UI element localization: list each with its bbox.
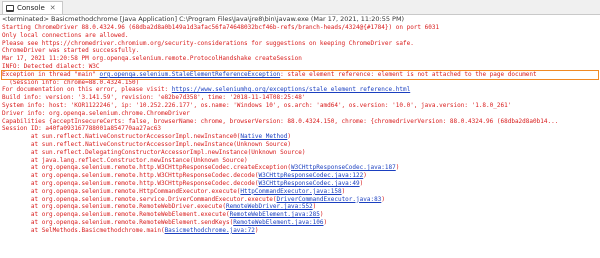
console-text: : stale element reference: element is no…: [280, 70, 537, 78]
source-link[interactable]: DriverCommandExecutor.java:83: [277, 196, 382, 203]
source-link[interactable]: RemoteWebElement.java:285: [230, 211, 320, 218]
console-line: Build info: version: '3.141.59', revisio…: [2, 94, 598, 102]
console-text: ): [363, 172, 367, 180]
console-text: at sun.reflect.NativeConstructorAccessor…: [2, 133, 241, 141]
tab-console[interactable]: Console ✕: [2, 1, 63, 14]
console-text: ): [341, 187, 346, 195]
console-text: Only local connections are allowed.: [2, 31, 129, 39]
console-text: at org.openqa.selenium.remote.service.Dr…: [2, 195, 277, 203]
console-text: at org.openqa.selenium.remote.HttpComman…: [2, 187, 241, 195]
console-text: ): [323, 218, 328, 226]
exception-line: Exception in thread "main" org.openqa.se…: [1, 69, 599, 80]
console-text: at org.openqa.selenium.remote.RemoteWebD…: [2, 203, 226, 211]
console-line: For documentation on this error, please …: [2, 86, 598, 94]
console-tab-bar: Console ✕: [0, 0, 600, 15]
source-link[interactable]: org.openqa.selenium.StaleElementReferenc…: [100, 71, 281, 78]
console-text: System info: host: 'KOR1122246', ip: '10…: [2, 101, 512, 109]
console-text: Capabilities {acceptInsecureCerts: false…: [2, 117, 559, 125]
source-link[interactable]: RemoteWebElement.java:106: [233, 219, 323, 226]
console-line: (Session info: chrome=88.0.4324.150): [2, 79, 598, 87]
console-text: Please see https://chromedriver.chromium…: [2, 39, 414, 47]
console-text: at org.openqa.selenium.remote.RemoteWebE…: [2, 218, 234, 226]
console-text: (Session info: chrome=88.0.4324.150): [2, 78, 140, 86]
close-icon[interactable]: ✕: [50, 4, 56, 12]
source-link[interactable]: RemoteWebDriver.java:552: [226, 203, 313, 210]
console-icon: [6, 4, 14, 12]
console-line: at org.openqa.selenium.remote.http.W3CHt…: [2, 180, 598, 188]
console-line: Driver info: org.openqa.selenium.chrome.…: [2, 110, 598, 118]
console-line: Capabilities {acceptInsecureCerts: false…: [2, 118, 598, 126]
console-line: at org.openqa.selenium.remote.http.W3CHt…: [2, 164, 598, 172]
console-line: at org.openqa.selenium.remote.service.Dr…: [2, 196, 598, 204]
console-line: at org.openqa.selenium.remote.RemoteWebE…: [2, 211, 598, 219]
console-text: Session ID: a40fa093167788001a854770aa27…: [2, 125, 161, 133]
console-text: Exception in thread "main": [2, 70, 100, 78]
console-line: at org.openqa.selenium.remote.http.W3CHt…: [2, 172, 598, 180]
console-text: INFO: Detected dialect: W3C: [2, 62, 100, 70]
console-line: at sun.reflect.NativeConstructorAccessor…: [2, 133, 598, 141]
source-link[interactable]: HttpCommandExecutor.java:158: [240, 188, 341, 195]
console-text: ChromeDriver was started successfully.: [2, 47, 140, 55]
console-output[interactable]: Starting ChromeDriver 88.0.4324.96 (68db…: [1, 24, 599, 235]
console-text: ): [381, 195, 385, 203]
console-text: ): [395, 164, 400, 172]
tab-console-label: Console: [17, 4, 45, 12]
console-line: at org.openqa.selenium.remote.RemoteWebE…: [2, 219, 598, 227]
source-link[interactable]: https://www.seleniumhq.org/exceptions/st…: [172, 86, 410, 93]
source-link[interactable]: W3CHttpResponseCodec.java:122: [258, 172, 363, 179]
console-text: at org.openqa.selenium.remote.http.W3CHt…: [2, 172, 259, 180]
console-line: at org.openqa.selenium.remote.RemoteWebD…: [2, 203, 598, 211]
console-text: at SelMethods.Basicmethodchrome.main(: [2, 226, 165, 234]
console-text: at org.openqa.selenium.remote.http.W3CHt…: [2, 164, 291, 172]
console-text: at org.openqa.selenium.remote.RemoteWebE…: [2, 211, 230, 219]
console-line: Please see https://chromedriver.chromium…: [2, 40, 598, 48]
console-line: INFO: Detected dialect: W3C: [2, 63, 598, 71]
console-text: Driver info: org.openqa.selenium.chrome.…: [2, 109, 190, 117]
console-text: ): [254, 226, 259, 234]
console-line: at sun.reflect.DelegatingConstructorAcce…: [2, 149, 598, 157]
console-text: ): [319, 211, 324, 219]
console-text: at org.openqa.selenium.remote.http.W3CHt…: [2, 179, 259, 187]
console-line: at org.openqa.selenium.remote.HttpComman…: [2, 188, 598, 196]
console-line: Session ID: a40fa093167788001a854770aa27…: [2, 125, 598, 133]
console-text: at sun.reflect.DelegatingConstructorAcce…: [2, 148, 306, 156]
console-line: at java.lang.reflect.Constructor.newInst…: [2, 157, 598, 165]
console-line: Only local connections are allowed.: [2, 32, 598, 40]
console-text: For documentation on this error, please …: [2, 86, 172, 94]
console-line: Mar 17, 2021 11:20:58 PM org.openqa.sele…: [2, 55, 598, 63]
source-link[interactable]: W3CHttpResponseCodec.java:187: [291, 164, 396, 171]
console-text: at sun.reflect.NativeConstructorAccessor…: [2, 140, 291, 148]
console-line: Starting ChromeDriver 88.0.4324.96 (68db…: [2, 24, 598, 32]
console-line: ChromeDriver was started successfully.: [2, 47, 598, 55]
launch-status: <terminated> Basicmethodchrome [Java App…: [2, 15, 405, 23]
console-text: ): [287, 133, 292, 141]
console-text: ): [359, 179, 364, 187]
console-line: at sun.reflect.NativeConstructorAccessor…: [2, 141, 598, 149]
console-text: Starting ChromeDriver 88.0.4324.96 (68db…: [2, 24, 440, 31]
console-text: Mar 17, 2021 11:20:58 PM org.openqa.sele…: [2, 55, 302, 63]
source-link[interactable]: Native Method: [240, 133, 287, 140]
console-text: ): [312, 203, 317, 211]
console-line: System info: host: 'KOR1122246', ip: '10…: [2, 102, 598, 110]
console-text: at java.lang.reflect.Constructor.newInst…: [2, 156, 248, 164]
source-link[interactable]: W3CHttpResponseCodec.java:49: [258, 180, 359, 187]
console-line: at SelMethods.Basicmethodchrome.main(Bas…: [2, 227, 598, 235]
console-text: Build info: version: '3.141.59', revisio…: [2, 94, 306, 102]
source-link[interactable]: Basicmethodchrome.java:72: [165, 227, 255, 234]
